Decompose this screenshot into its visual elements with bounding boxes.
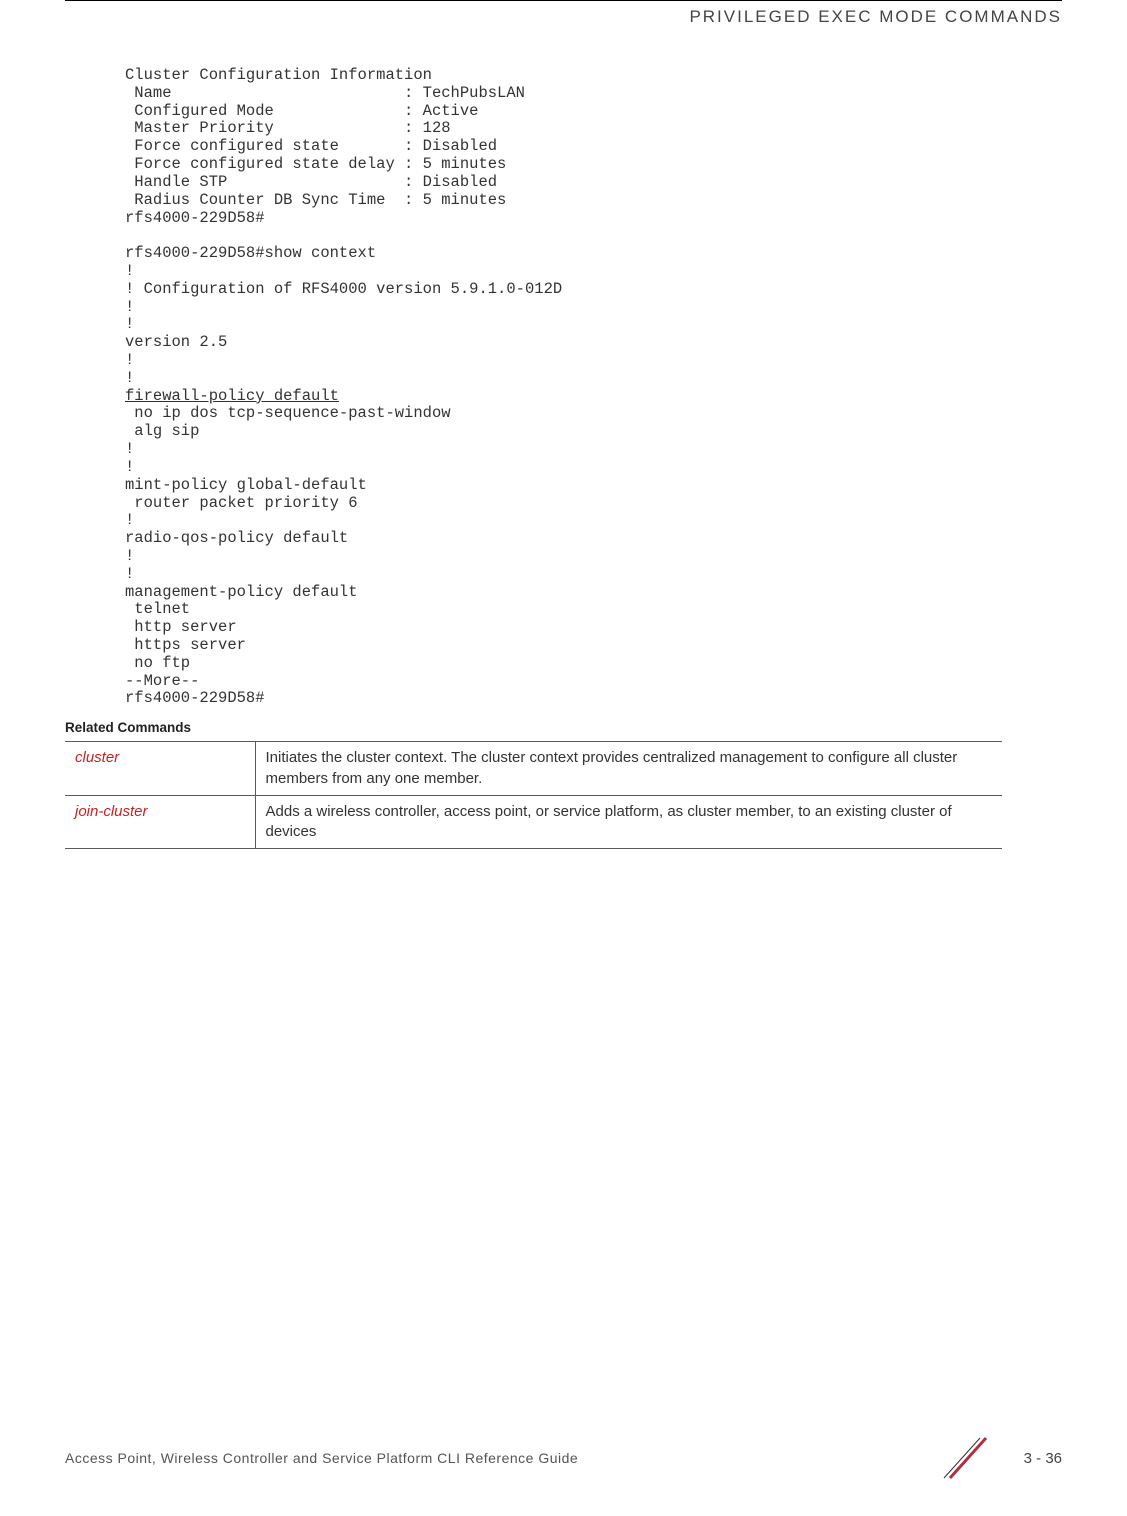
page-footer: Access Point, Wireless Controller and Se…	[65, 1430, 1062, 1486]
section-title: PRIVILEGED EXEC MODE COMMANDS	[689, 7, 1062, 26]
page-number: 3 - 36	[1024, 1450, 1062, 1467]
table-row: join-cluster Adds a wireless controller,…	[65, 795, 1002, 849]
section-header: PRIVILEGED EXEC MODE COMMANDS	[65, 0, 1062, 27]
related-cmd-link[interactable]: cluster	[65, 742, 255, 796]
related-cmd-link[interactable]: join-cluster	[65, 795, 255, 849]
terminal-output: Cluster Configuration Information Name :…	[125, 67, 1062, 708]
related-cmd-desc: Adds a wireless controller, access point…	[255, 795, 1002, 849]
related-commands-table: cluster Initiates the cluster context. T…	[65, 741, 1002, 849]
related-cmd-desc: Initiates the cluster context. The clust…	[255, 742, 1002, 796]
table-row: cluster Initiates the cluster context. T…	[65, 742, 1002, 796]
terminal-block-2: rfs4000-229D58#show context ! ! Configur…	[125, 244, 562, 387]
footer-guide-title: Access Point, Wireless Controller and Se…	[65, 1450, 578, 1466]
terminal-block-3: no ip dos tcp-sequence-past-window alg s…	[125, 404, 451, 707]
related-commands-heading: Related Commands	[65, 720, 1062, 735]
brand-slash-icon	[940, 1430, 996, 1486]
firewall-policy-link[interactable]: firewall-policy default	[125, 387, 339, 405]
terminal-block-1: Cluster Configuration Information Name :…	[125, 66, 525, 227]
